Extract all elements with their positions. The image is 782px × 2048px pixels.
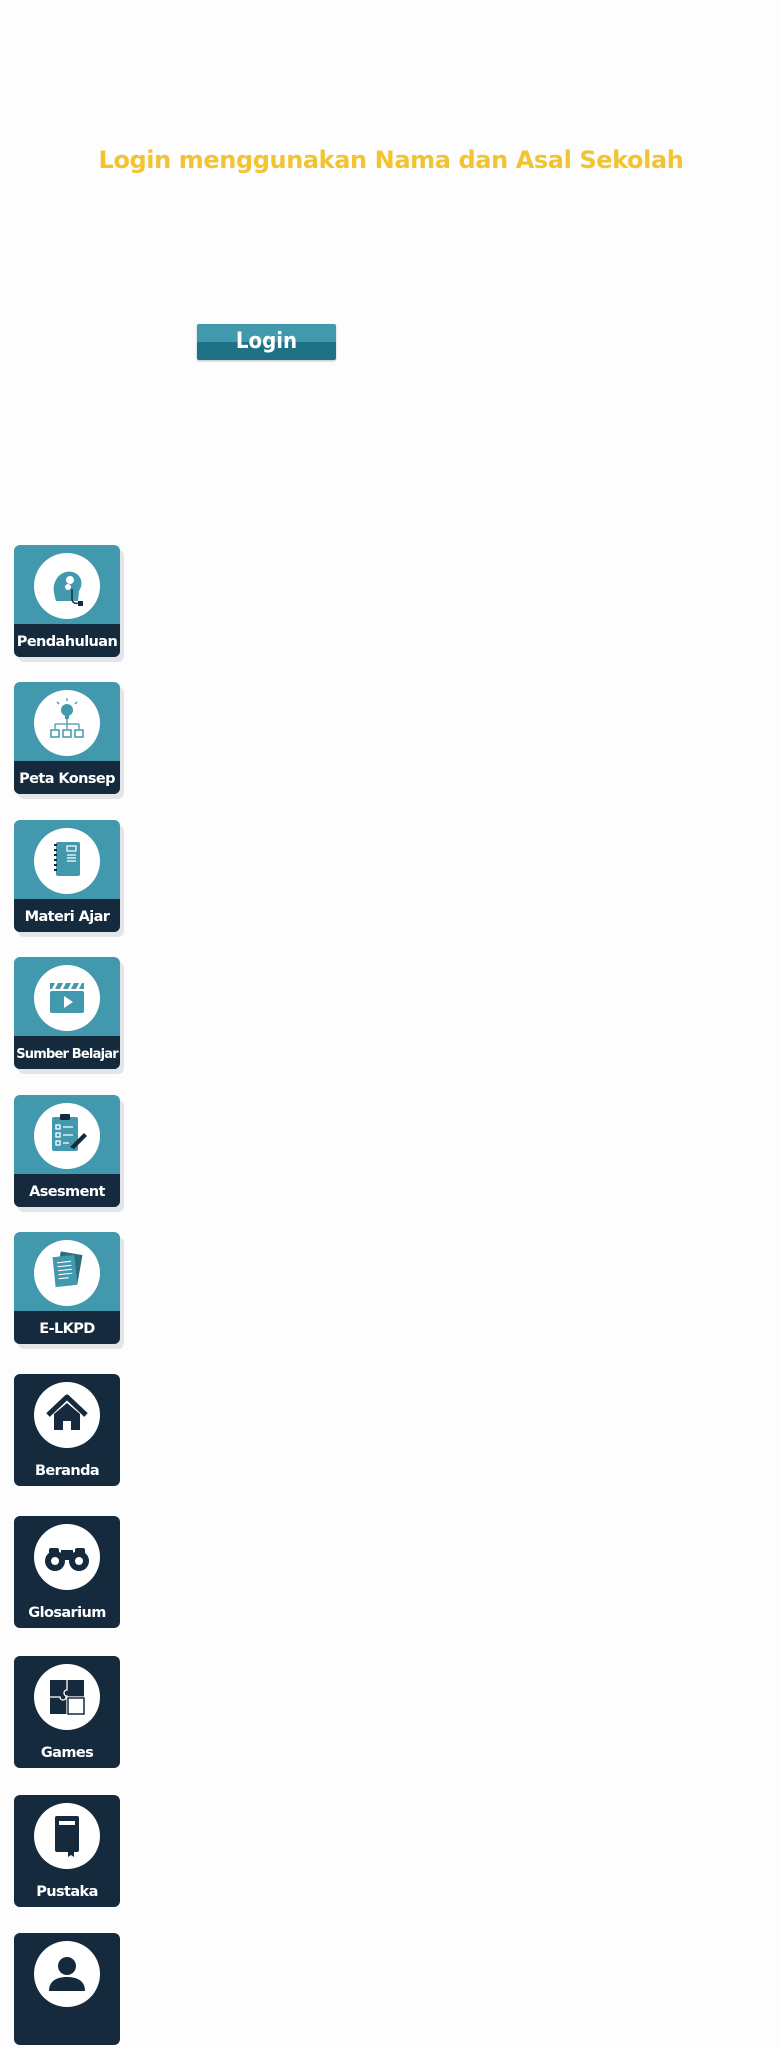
menu-label: Pustaka [36, 1884, 98, 1900]
nav-card-beranda[interactable]: Beranda [14, 1374, 120, 1486]
menu-label: Glosarium [28, 1605, 106, 1621]
lightbulb-hierarchy-icon [34, 690, 100, 756]
login-instruction-title: Login menggunakan Nama dan Asal Sekolah [98, 146, 684, 174]
menu-card-materi-ajar[interactable]: Materi Ajar [14, 820, 120, 932]
binoculars-icon [34, 1524, 100, 1590]
login-button[interactable]: Login [197, 324, 336, 360]
user-profile-icon [34, 1941, 100, 2007]
notebook-icon [34, 828, 100, 894]
menu-card-peta-konsep[interactable]: Peta Konsep [14, 682, 120, 794]
book-icon [34, 1803, 100, 1869]
nav-card-pustaka[interactable]: Pustaka [14, 1795, 120, 1907]
menu-card-e-lkpd[interactable]: E-LKPD [14, 1232, 120, 1344]
menu-card-asesment[interactable]: Asesment [14, 1095, 120, 1207]
menu-label: Beranda [34, 1463, 100, 1479]
documents-icon [34, 1240, 100, 1306]
menu-label: E-LKPD [39, 1321, 95, 1337]
puzzle-icon [34, 1664, 100, 1730]
menu-card-pendahuluan[interactable]: Pendahuluan [14, 545, 120, 657]
clipboard-checklist-icon [34, 1103, 100, 1169]
clapperboard-play-icon [34, 965, 100, 1031]
nav-card-glosarium[interactable]: Glosarium [14, 1516, 120, 1628]
nav-card-profile[interactable] [14, 1933, 120, 2045]
menu-label: Peta Konsep [19, 771, 115, 787]
menu-label: Games [40, 1745, 94, 1761]
menu-label: Pendahuluan [16, 634, 118, 650]
head-gears-icon [34, 553, 100, 619]
menu-label: Asesment [29, 1184, 105, 1200]
menu-card-sumber-belajar[interactable]: Sumber Belajar [14, 957, 120, 1069]
nav-card-games[interactable]: Games [14, 1656, 120, 1768]
menu-label: Sumber Belajar [16, 1047, 118, 1062]
menu-label: Materi Ajar [24, 909, 110, 925]
home-icon [34, 1382, 100, 1448]
